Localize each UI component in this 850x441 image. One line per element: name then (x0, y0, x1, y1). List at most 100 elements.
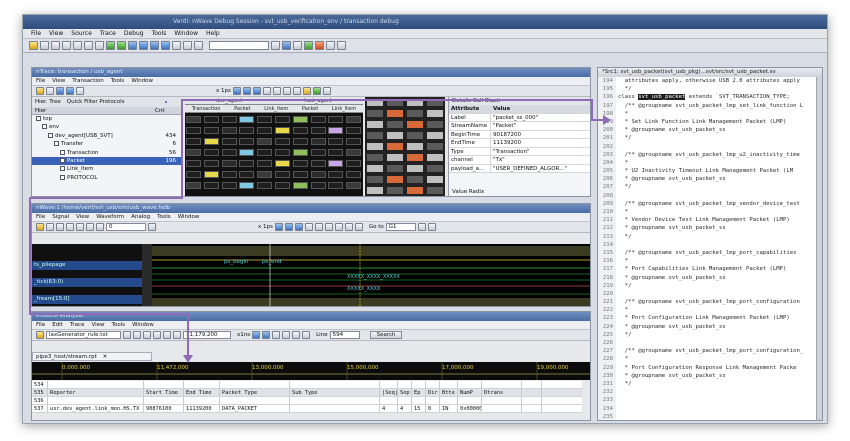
code-line[interactable]: 206 * @groupname svt_usb_packet_ss (598, 175, 816, 184)
grid-column[interactable] (256, 114, 273, 196)
grid-cell[interactable] (275, 138, 290, 145)
code-line[interactable]: 196 class svt_usb_packet extends `SVT_TRA… (598, 93, 816, 102)
code-line[interactable]: 201 */ (598, 134, 816, 143)
signal-name[interactable]: _fream[15:0] (32, 295, 142, 304)
checkbox-icon[interactable] (42, 124, 47, 130)
zoom-fit-icon[interactable] (294, 223, 303, 231)
grid-cell[interactable] (292, 127, 308, 134)
code-area[interactable]: 194 attributes apply, otherwise USB 2.0 … (598, 77, 816, 420)
call-stack-row[interactable]: channel "Tx" (449, 156, 590, 165)
grid-cell[interactable] (203, 149, 219, 156)
flow-icon[interactable] (293, 41, 302, 50)
first-icon[interactable] (282, 87, 291, 95)
grid-cell[interactable] (346, 138, 362, 145)
grid-cell[interactable] (367, 154, 383, 161)
undo-icon[interactable] (95, 41, 104, 50)
grid-cell[interactable] (186, 149, 201, 156)
grid-cell[interactable] (239, 138, 255, 145)
code-line[interactable]: 214 (598, 240, 816, 249)
grid-cell[interactable] (186, 171, 201, 178)
grid-cell[interactable] (427, 143, 443, 150)
grid-cell[interactable] (328, 182, 344, 189)
grid-column[interactable] (221, 114, 238, 196)
code-line[interactable]: 198 * (598, 109, 816, 118)
signal-name[interactable]: _tick(63:0) (32, 278, 142, 287)
pa-menu-trace[interactable]: Trace (70, 321, 85, 329)
grid-cell[interactable] (407, 154, 423, 161)
code-line[interactable]: 221 /** @groupname svt_usb_packet_lmp_po… (598, 298, 816, 307)
paste-icon[interactable] (76, 223, 84, 231)
code-line[interactable]: 205 * U2 Inactivity Timeout Link Managem… (598, 167, 816, 176)
grid-cell[interactable] (221, 127, 237, 134)
grid-cell[interactable] (275, 116, 290, 123)
grid-cell[interactable] (310, 127, 326, 134)
reload-icon[interactable] (46, 223, 54, 231)
hier-row[interactable]: Packet 196 (32, 156, 181, 166)
packet-row[interactable]: 535 Reporter Start Time End Time Packet Type… (32, 389, 582, 397)
forward-icon[interactable] (139, 41, 148, 50)
code-line[interactable]: 233 (598, 396, 816, 405)
signal-name[interactable] (32, 253, 142, 262)
last-icon[interactable] (302, 331, 311, 339)
grid-cell[interactable] (275, 160, 290, 167)
code-line[interactable]: 216 * (598, 257, 816, 266)
code-line[interactable]: 220 (598, 289, 816, 299)
grid-cell[interactable] (257, 160, 273, 167)
grid-cell[interactable] (203, 171, 219, 178)
copy-icon[interactable] (73, 41, 82, 50)
code-line[interactable]: 210 * (598, 208, 816, 217)
line-field[interactable]: 594 (329, 331, 360, 339)
zoom-fit-icon[interactable] (252, 87, 261, 95)
hier-row[interactable]: Transfer 6 (32, 140, 181, 148)
open-folder-icon[interactable] (29, 41, 38, 50)
grid-cell[interactable] (387, 110, 403, 117)
checkbox-icon[interactable] (60, 149, 65, 155)
hier-row[interactable]: Link_Item (32, 165, 181, 173)
sync-icon[interactable] (322, 87, 331, 95)
call-stack-row[interactable]: BeginTime 90187200 (449, 130, 590, 139)
next-icon[interactable] (282, 331, 291, 339)
back-icon[interactable] (128, 41, 137, 50)
code-line[interactable]: 234 (598, 404, 816, 413)
grid-cell[interactable] (346, 127, 362, 134)
main-menu-help[interactable]: Help (206, 29, 220, 38)
sim-icon[interactable] (304, 41, 313, 50)
help-icon[interactable] (337, 41, 346, 50)
code-line[interactable]: 222 * (598, 306, 816, 315)
grid-cell[interactable] (387, 154, 403, 161)
last-icon[interactable] (354, 223, 363, 231)
dropdown-icon[interactable] (271, 41, 280, 50)
stream-tab[interactable]: pipe3_host/stream.rpt ✕ (32, 352, 152, 361)
wave-menu-signal[interactable]: Signal (52, 213, 69, 221)
grid-cell[interactable] (367, 121, 383, 128)
grid-cell[interactable] (239, 116, 255, 123)
highlight-icon[interactable] (302, 87, 311, 95)
grid-cell[interactable] (328, 171, 344, 178)
time-field[interactable]: 11,179,200 (183, 331, 231, 339)
code-line[interactable]: 219 */ (598, 281, 816, 290)
zoom-in-icon[interactable] (252, 331, 261, 339)
grid-cell[interactable] (292, 116, 308, 123)
print-icon[interactable] (51, 41, 60, 50)
tx-menu-window[interactable]: Window (131, 77, 153, 85)
wave-menu-file[interactable]: File (36, 213, 45, 221)
grid-column[interactable] (238, 114, 255, 196)
grid-cell[interactable] (221, 171, 237, 178)
call-stack-row[interactable]: Type "Transaction" (449, 147, 590, 156)
hier-row[interactable]: Transaction 56 (32, 149, 181, 157)
search-button[interactable]: Search (369, 331, 403, 339)
zoom-out-icon[interactable] (262, 331, 271, 339)
grid-cell[interactable] (186, 116, 201, 123)
code-line[interactable]: 195 */ (598, 85, 816, 94)
grid-cell[interactable] (328, 127, 344, 134)
grid-cell[interactable] (346, 149, 362, 156)
grid-cell[interactable] (275, 171, 290, 178)
redo-icon[interactable] (96, 223, 104, 231)
wave-menu-tools[interactable]: Tools (157, 213, 171, 221)
waveform-view[interactable]: ts_pliepage _tick(63:0) _fream[15:0] ps_be… (32, 244, 590, 306)
cut-icon[interactable] (56, 223, 64, 231)
hier-row[interactable]: top (32, 115, 181, 123)
wave-menu-analog[interactable]: Analog (131, 213, 150, 221)
code-line[interactable]: 232 (598, 388, 816, 397)
grid-cell[interactable] (203, 138, 219, 145)
